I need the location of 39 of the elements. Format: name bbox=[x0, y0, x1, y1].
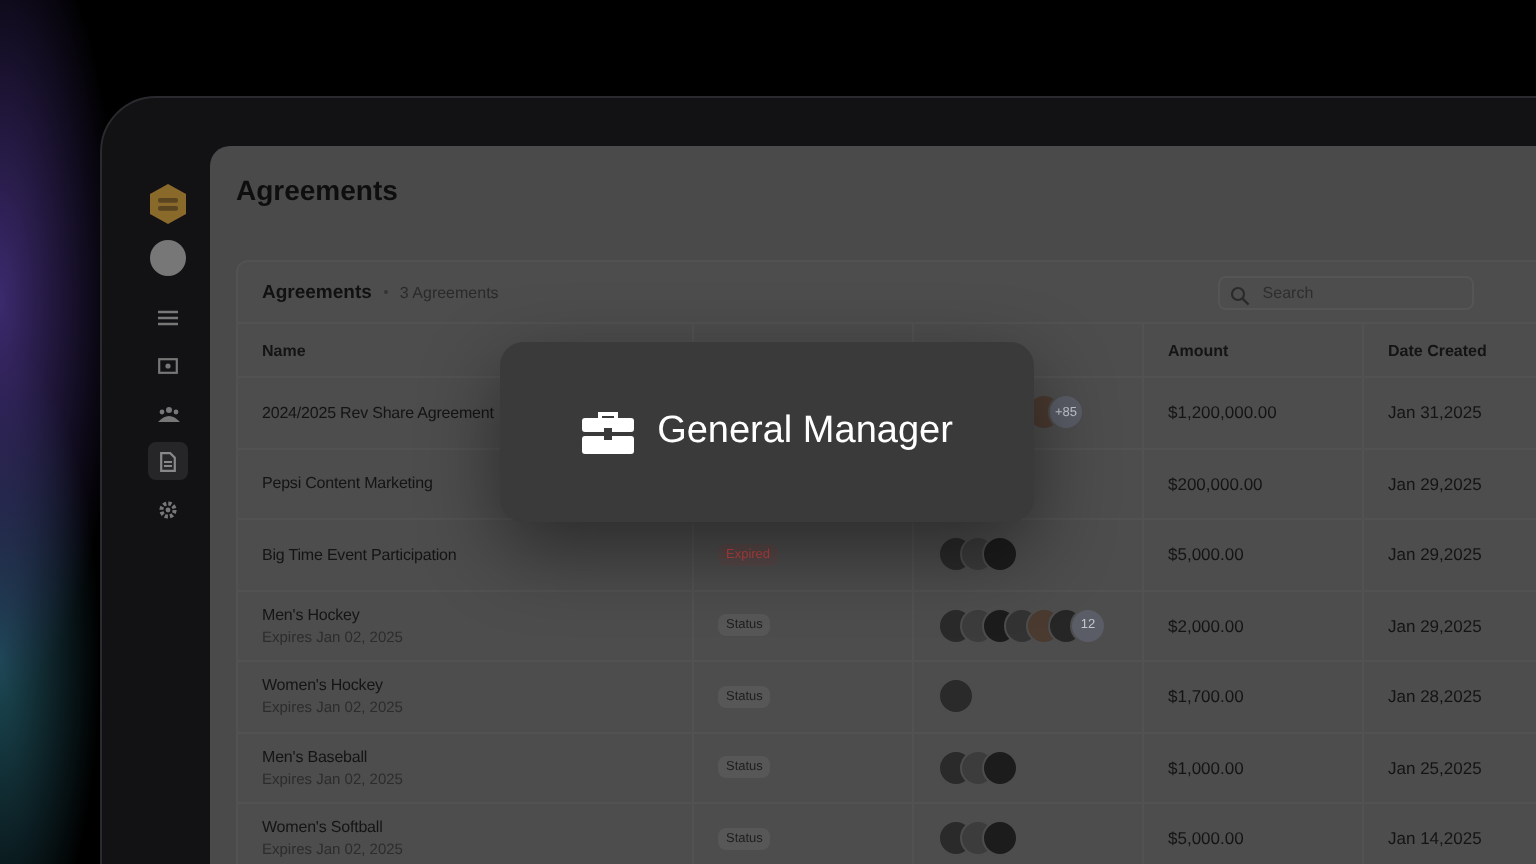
briefcase-icon bbox=[581, 410, 634, 454]
agreement-name[interactable]: Men's Hockey bbox=[262, 605, 692, 624]
date-created: Jan 14,2025 bbox=[1388, 828, 1484, 849]
column-header: Date Created bbox=[1388, 341, 1489, 359]
settings-icon bbox=[158, 499, 178, 519]
agreement-name[interactable]: Women's Hockey bbox=[262, 676, 692, 695]
avatar[interactable] bbox=[150, 240, 186, 276]
avatar bbox=[982, 820, 1018, 857]
avatar bbox=[982, 749, 1018, 786]
avatar bbox=[982, 536, 1018, 573]
role-title: General Manager bbox=[657, 410, 953, 454]
amount: $200,000.00 bbox=[1168, 473, 1265, 494]
date-created: Jan 28,2025 bbox=[1388, 686, 1484, 707]
search-icon bbox=[1230, 285, 1251, 305]
amount: $5,000.00 bbox=[1168, 544, 1246, 565]
amount: $1,000.00 bbox=[1168, 757, 1246, 778]
banknote-icon bbox=[158, 357, 178, 373]
avatar bbox=[938, 678, 974, 715]
agreement-name[interactable]: Women's Softball bbox=[262, 818, 692, 837]
date-created: Jan 29,2025 bbox=[1388, 615, 1484, 636]
amount: $2,000.00 bbox=[1168, 615, 1246, 636]
card-title: Agreements bbox=[262, 281, 372, 303]
amount: $1,700.00 bbox=[1168, 686, 1246, 707]
column-header: Name bbox=[262, 341, 308, 359]
column-header: Amount bbox=[1168, 341, 1231, 359]
date-created: Jan 29,2025 bbox=[1388, 473, 1484, 494]
people-icon bbox=[157, 405, 179, 421]
agreement-name[interactable]: Men's Baseball bbox=[262, 747, 692, 766]
date-created: Jan 25,2025 bbox=[1388, 757, 1484, 778]
amount: $1,200,000.00 bbox=[1168, 402, 1279, 423]
amount: $5,000.00 bbox=[1168, 828, 1246, 849]
date-created: Jan 29,2025 bbox=[1388, 544, 1484, 565]
hexagon-logo-icon bbox=[148, 182, 188, 226]
menu-icon bbox=[158, 309, 178, 325]
date-created: Jan 31,2025 bbox=[1388, 402, 1484, 423]
page-title: Agreements bbox=[236, 174, 400, 206]
document-nav-button[interactable] bbox=[148, 442, 188, 480]
document-icon bbox=[160, 451, 176, 471]
agreement-name[interactable]: Big Time Event Participation bbox=[262, 545, 692, 564]
